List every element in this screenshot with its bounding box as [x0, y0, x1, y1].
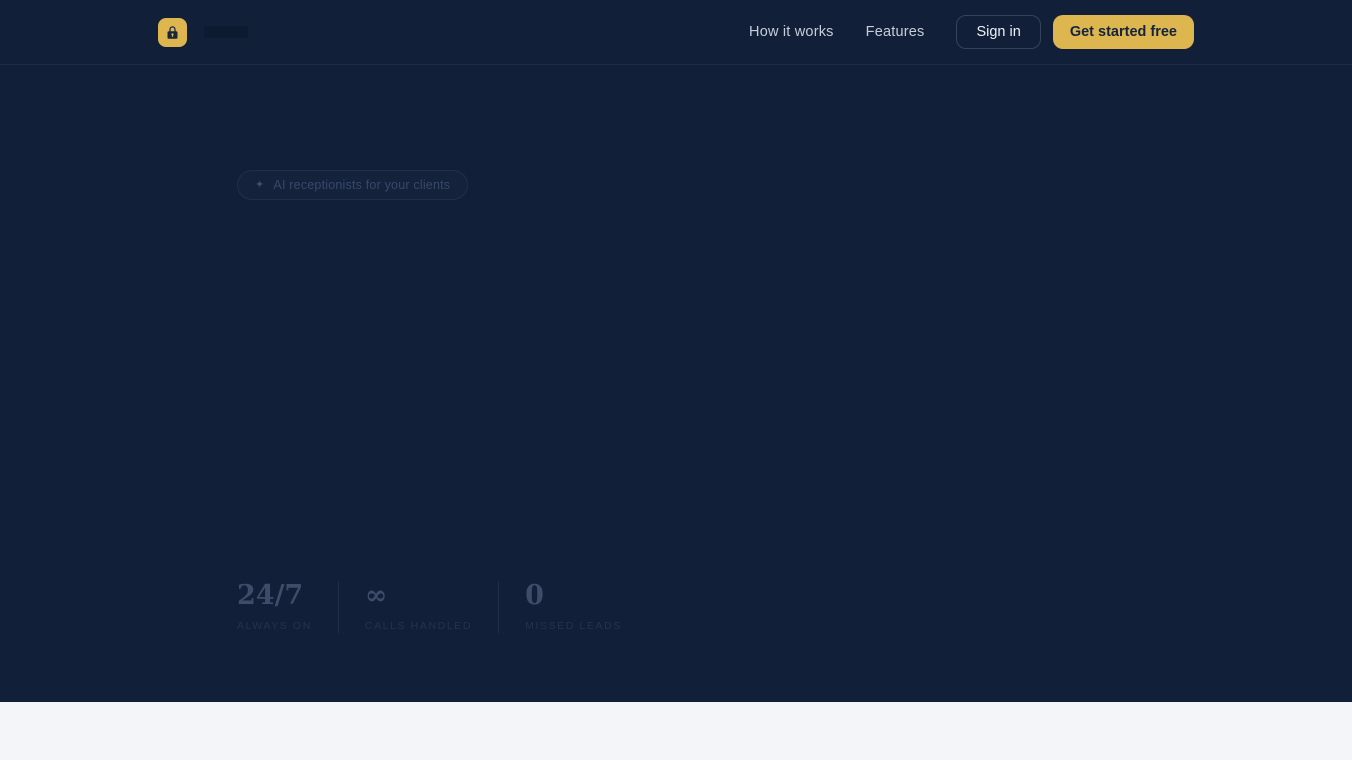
lock-icon: [158, 17, 187, 47]
stat-missed-leads: 0 MISSED LEADS: [525, 581, 622, 633]
nav-link-how-it-works[interactable]: How it works: [749, 24, 834, 40]
sign-in-button[interactable]: Sign in: [956, 15, 1041, 49]
stat-label: CALLS HANDLED: [364, 619, 473, 632]
stat-divider: [337, 581, 339, 633]
brand-wordmark: [204, 26, 248, 38]
stat-divider: [498, 581, 500, 633]
brand-home-link[interactable]: [158, 17, 248, 47]
stat-label: MISSED LEADS: [525, 619, 622, 632]
header-nav: How it works Features Sign in Get starte…: [749, 15, 1194, 49]
nav-link-features[interactable]: Features: [866, 24, 925, 40]
hero-section: ✦ AI receptionists for your clients 24/7…: [0, 65, 1352, 702]
hero-stats: 24/7 ALWAYS ON ∞ CALLS HANDLED 0 MISSED …: [237, 581, 622, 633]
hero-badge: ✦ AI receptionists for your clients: [237, 170, 469, 200]
stat-value: 24/7: [237, 580, 304, 611]
stat-calls-handled: ∞ CALLS HANDLED: [365, 581, 472, 633]
stat-label: ALWAYS ON: [237, 619, 312, 632]
hero-badge-label: AI receptionists for your clients: [273, 178, 451, 192]
stat-always-on: 24/7 ALWAYS ON: [237, 581, 312, 633]
sparkle-icon: ✦: [255, 178, 265, 191]
stat-value: ∞: [364, 580, 388, 611]
stat-value: 0: [525, 580, 544, 611]
next-section: [0, 702, 1352, 760]
get-started-button[interactable]: Get started free: [1052, 15, 1194, 49]
site-header: How it works Features Sign in Get starte…: [0, 0, 1352, 65]
